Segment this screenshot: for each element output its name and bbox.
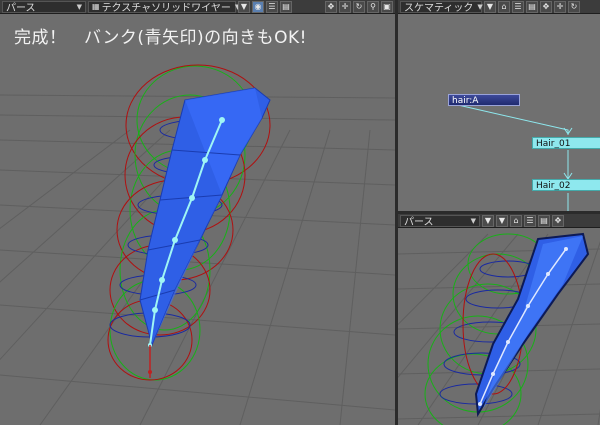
view-mode-label: パース (404, 217, 434, 228)
home-icon[interactable]: ⌂ (498, 0, 510, 13)
bottom-viewport-canvas (398, 232, 600, 425)
save-icon[interactable]: ▤ (280, 0, 292, 13)
schematic-header: スケマティック ▼ ▼ ⌂ ☰ ▤ ✥ ✛ ↻ (398, 0, 600, 14)
move-icon[interactable]: ✥ (325, 0, 337, 13)
list-icon[interactable]: ☰ (524, 214, 536, 227)
chevron-down-icon: ▼ (477, 2, 483, 11)
rotate-icon[interactable]: ↻ (568, 0, 580, 13)
main-viewport-canvas (0, 64, 395, 425)
rotate-icon[interactable]: ↻ (353, 0, 365, 13)
schematic-node[interactable]: hair:A (448, 94, 520, 106)
view-mode-select[interactable]: パース ▼ (2, 0, 86, 14)
chevron-down-icon: ▼ (76, 2, 82, 11)
home-icon[interactable]: ⌂ (510, 214, 522, 227)
save-icon[interactable]: ▤ (526, 0, 538, 13)
pan-icon[interactable]: ✛ (554, 0, 566, 13)
move-icon[interactable]: ✥ (552, 214, 564, 227)
maximize-icon[interactable]: ▣ (381, 0, 393, 13)
zoom-icon[interactable]: ⚲ (367, 0, 379, 13)
camera-icon[interactable]: ◉ (252, 0, 264, 13)
dropdown-icon[interactable]: ▼ (238, 0, 250, 13)
shading-mode-select[interactable]: ▦テクスチャソリッドワイヤー▼ (88, 0, 240, 14)
dropdown-icon[interactable]: ▼ (496, 214, 508, 227)
move-icon[interactable]: ✥ (540, 0, 552, 13)
schematic-mode-label: スケマティック (404, 3, 474, 14)
main-viewport-header: パース ▼ ▦テクスチャソリッドワイヤー▼ ▼ ◉ ☰ ▤ ✥ ✛ ↻ ⚲ ▣ (0, 0, 395, 14)
chevron-down-icon: ▼ (470, 216, 476, 225)
pan-icon[interactable]: ✛ (339, 0, 351, 13)
main-viewport[interactable]: 完成！ バンク(青矢印)の向きもOK! パース ▼ ▦ テクスチャソリッドワイヤー ▼… (0, 0, 395, 425)
bottom-viewport[interactable]: パース ▼ ▼ ▼ ⌂ ☰ ▤ ✥ (398, 214, 600, 425)
view-mode-label: パース (6, 3, 36, 14)
schematic-node[interactable]: Hair_01 (532, 137, 600, 149)
bottom-viewport-header: パース ▼ ▼ ▼ ⌂ ☰ ▤ ✥ (398, 214, 600, 228)
grid-icon: ▦ (92, 2, 100, 11)
shading-mode-label: テクスチャソリッドワイヤー (101, 3, 231, 14)
schematic-mode-select[interactable]: スケマティック ▼ (400, 0, 483, 14)
dropdown-icon[interactable]: ▼ (482, 214, 494, 227)
dropdown-icon[interactable]: ▼ (484, 0, 496, 13)
schematic-viewport[interactable]: hair:A Hair_01 Hair_02 スケマティック ▼ ▼ ⌂ ☰ ▤ … (398, 0, 600, 211)
annotation-title: 完成！ バンク(青矢印)の向きもOK! (14, 28, 307, 48)
list-icon[interactable]: ☰ (266, 0, 278, 13)
save-icon[interactable]: ▤ (538, 214, 550, 227)
list-icon[interactable]: ☰ (512, 0, 524, 13)
schematic-node[interactable]: Hair_02 (532, 179, 600, 191)
view-mode-select[interactable]: パース ▼ (400, 214, 480, 228)
